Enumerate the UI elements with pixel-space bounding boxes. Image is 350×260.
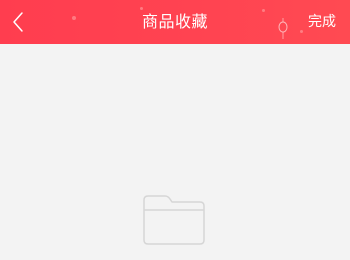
folder-icon <box>143 195 205 245</box>
lantern-decoration-icon <box>278 18 288 39</box>
page-title: 商品收藏 <box>141 12 208 31</box>
done-button[interactable]: 完成 <box>308 0 336 44</box>
favorites-screen: 商品收藏 完成 <box>0 0 350 260</box>
nav-bar: 商品收藏 完成 <box>0 0 350 44</box>
favorites-content <box>0 44 350 260</box>
